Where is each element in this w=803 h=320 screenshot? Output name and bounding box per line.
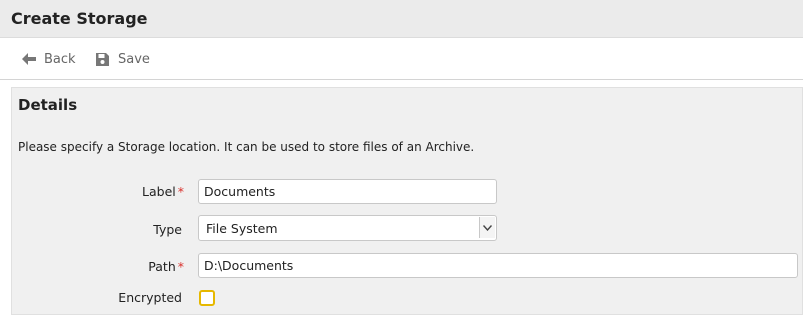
type-field-text: Type	[153, 222, 182, 237]
type-select-value: File System	[206, 221, 278, 236]
back-label: Back	[44, 51, 76, 67]
path-field-label: Path *	[24, 259, 184, 274]
label-input[interactable]: Documents	[198, 179, 497, 204]
label-field-text: Label	[142, 184, 176, 199]
path-input[interactable]: D:\Documents	[198, 253, 798, 278]
path-field-text: Path	[148, 259, 176, 274]
encrypted-field-label: Encrypted	[22, 290, 182, 305]
details-panel: Details Please specify a Storage locatio…	[11, 87, 803, 315]
type-select[interactable]: File System	[198, 215, 497, 241]
section-title: Details	[18, 96, 78, 114]
description-text: Please specify a Storage location. It ca…	[18, 140, 475, 154]
encrypted-field-text: Encrypted	[118, 290, 182, 305]
required-marker: *	[177, 259, 184, 274]
title-bar: Create Storage	[0, 0, 803, 38]
required-marker: *	[177, 184, 184, 199]
page-title: Create Storage	[11, 9, 148, 28]
back-button[interactable]: Back	[22, 50, 76, 68]
save-label: Save	[118, 51, 150, 67]
floppy-disk-icon	[95, 52, 110, 67]
save-button[interactable]: Save	[95, 50, 150, 68]
encrypted-checkbox[interactable]	[199, 290, 215, 306]
chevron-down-icon[interactable]	[479, 217, 495, 238]
arrow-left-icon	[22, 53, 36, 65]
label-field-label: Label *	[24, 184, 184, 199]
type-field-label: Type	[22, 222, 182, 237]
toolbar: Back Save	[0, 38, 803, 80]
